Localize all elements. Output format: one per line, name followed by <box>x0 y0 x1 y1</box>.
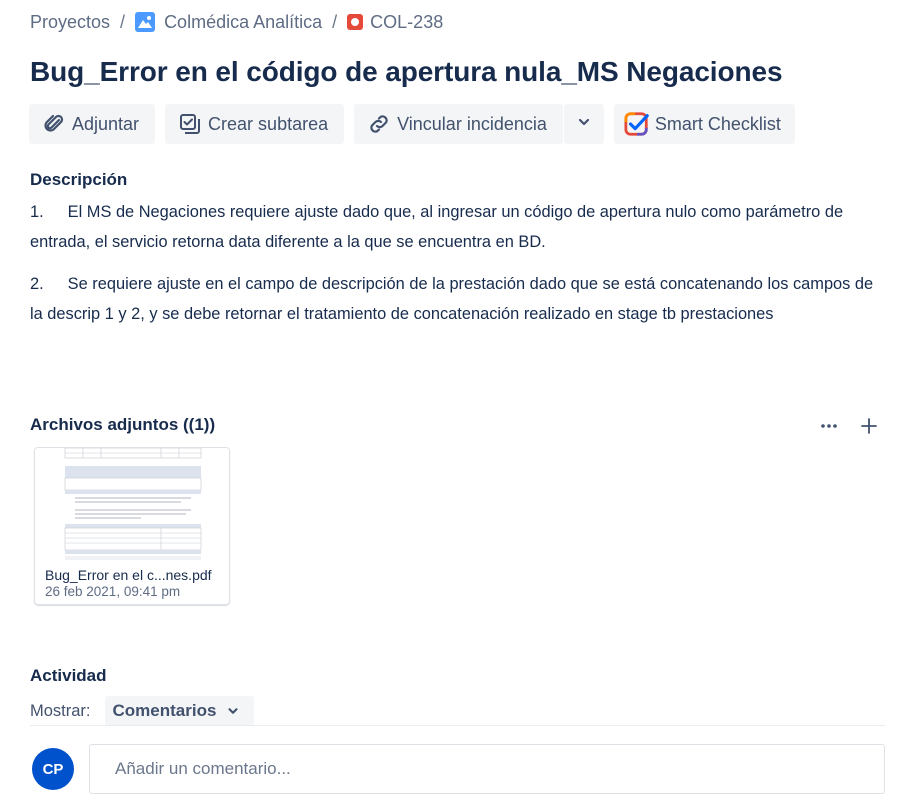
create-subtask-label: Crear subtarea <box>208 113 329 134</box>
attachment-date: 26 feb 2021, 09:41 pm <box>45 584 181 599</box>
attachment-filename: Bug_Error en el c...nes.pdf <box>45 567 212 583</box>
breadcrumb: Proyectos / Colmédica Analítica / COL-23… <box>30 11 443 33</box>
attachment-thumbnail <box>61 448 205 560</box>
attach-button[interactable]: Adjuntar <box>29 104 156 144</box>
description-heading: Descripción <box>30 170 128 189</box>
attachments-heading: Archivos adjuntos ((1)) <box>30 415 216 434</box>
paperclip-icon <box>41 111 67 137</box>
chevron-down-icon <box>226 704 240 718</box>
smart-checklist-label: Smart Checklist <box>654 113 781 134</box>
breadcrumb-separator: / <box>120 11 126 32</box>
project-icon <box>135 12 156 32</box>
link-icon <box>366 111 392 137</box>
more-options-icon[interactable] <box>818 415 840 437</box>
add-attachment-icon[interactable] <box>858 415 880 437</box>
description-item-text: Se requiere ajuste en el campo de descri… <box>30 275 874 323</box>
breadcrumb-issue-key: COL-238 <box>370 11 444 32</box>
attachment-card[interactable]: Bug_Error en el c...nes.pdf 26 feb 2021,… <box>34 447 230 605</box>
activity-filter: Mostrar: Comentarios <box>30 696 255 726</box>
description-item: 1. El MS de Negaciones requiere ajuste da… <box>30 197 880 257</box>
activity-filter-dropdown[interactable]: Comentarios <box>104 696 255 726</box>
breadcrumb-project-label: Colmédica Analítica <box>164 11 323 32</box>
breadcrumb-projects-link[interactable]: Proyectos <box>30 12 110 33</box>
attachments-actions <box>800 415 880 437</box>
description-body[interactable]: 1. El MS de Negaciones requiere ajuste da… <box>30 197 880 341</box>
chevron-down-icon <box>576 114 592 135</box>
link-issue-label: Vincular incidencia <box>397 113 547 134</box>
show-label: Mostrar: <box>30 701 91 720</box>
breadcrumb-project-link[interactable]: Colmédica Analítica <box>135 12 322 33</box>
smart-checklist-button[interactable]: Smart Checklist <box>613 104 795 144</box>
description-item-number: 1. <box>30 203 44 221</box>
activity-filter-value: Comentarios <box>112 701 217 720</box>
activity-heading: Actividad <box>30 666 107 685</box>
activity-divider <box>30 725 885 726</box>
create-subtask-button[interactable]: Crear subtarea <box>165 104 345 144</box>
issue-toolbar: Adjuntar Crear subtarea Vincular inciden… <box>29 104 805 144</box>
comment-input[interactable] <box>89 744 885 794</box>
breadcrumb-separator: / <box>332 11 338 32</box>
subtask-icon <box>177 111 203 137</box>
more-actions-dropdown[interactable] <box>563 104 604 144</box>
breadcrumb-issue-link[interactable]: COL-238 <box>347 12 443 33</box>
description-item-text: El MS de Negaciones requiere ajuste dado… <box>30 203 844 251</box>
description-item: 2. Se requiere ajuste en el campo de desc… <box>30 269 880 329</box>
link-issue-button[interactable]: Vincular incidencia <box>354 104 563 144</box>
issue-title[interactable]: Bug_Error en el código de apertura nula_… <box>30 56 783 88</box>
bug-icon <box>347 14 364 30</box>
attach-label: Adjuntar <box>72 113 140 134</box>
smart-checklist-icon <box>624 111 650 137</box>
description-item-number: 2. <box>30 275 44 293</box>
avatar[interactable]: CP <box>32 748 74 790</box>
